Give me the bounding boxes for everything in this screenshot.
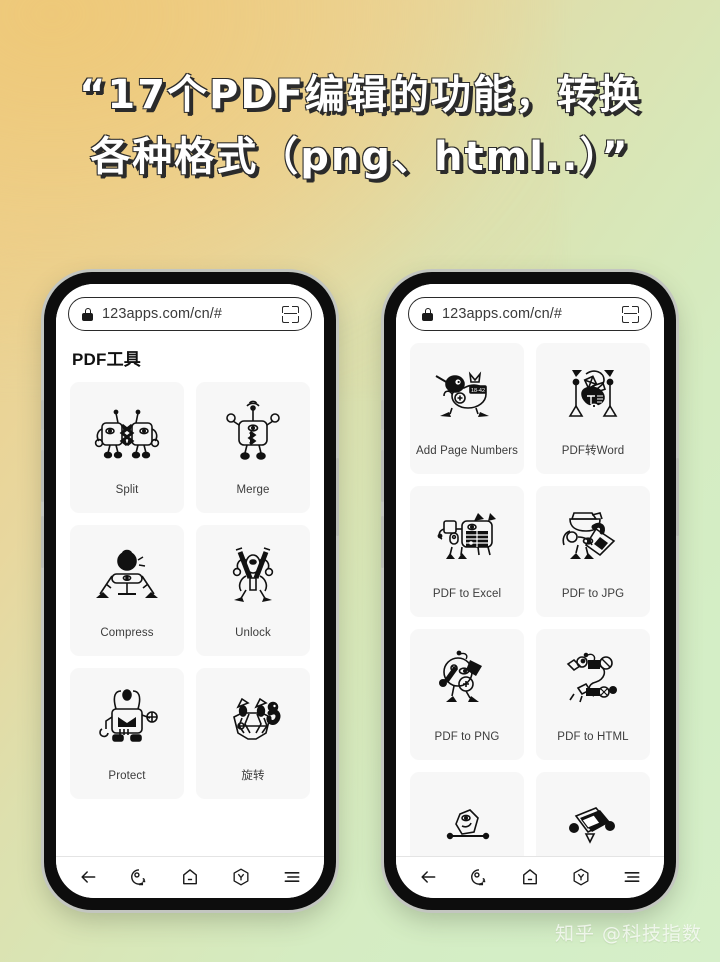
tool-card-unlock[interactable]: Unlock	[196, 525, 310, 656]
tool-card-label: PDF to PNG	[434, 730, 500, 743]
svg-text:18-42: 18-42	[471, 388, 485, 394]
tool-card-protect[interactable]: Protect	[70, 668, 184, 799]
tool-card-label: Protect	[108, 769, 146, 782]
split-robot-icon	[90, 399, 164, 473]
lock-icon	[422, 307, 433, 321]
tool-card-merge[interactable]: Merge	[196, 382, 310, 513]
phone-screen-right: 123apps.com/cn/# 18-42 Add Page Numbers …	[396, 284, 664, 898]
tabs-count-icon[interactable]	[466, 864, 492, 890]
unlock-robot-icon	[216, 542, 290, 616]
tool-card-pdf-to-png[interactable]: PDF to PNG	[410, 629, 524, 760]
watermark: 知乎 @科技指数	[554, 923, 702, 945]
phone-screen-left: 123apps.com/cn/# PDF工具 Split Merge Compr…	[56, 284, 324, 898]
menu-lines-icon[interactable]	[619, 864, 645, 890]
tool-card-label: Split	[115, 483, 139, 496]
phone-volume-down-button	[41, 516, 44, 568]
phone-power-button	[336, 458, 339, 536]
home-icon[interactable]	[177, 864, 203, 890]
tool-card-label: Unlock	[235, 626, 271, 639]
merge-robot-icon	[216, 399, 290, 473]
rotate-robot-icon	[216, 685, 290, 759]
tool-card-split[interactable]: Split	[70, 382, 184, 513]
pdf-to-png-robot-icon	[430, 646, 504, 720]
phone-mockup-left: 123apps.com/cn/# PDF工具 Split Merge Compr…	[41, 272, 339, 910]
lock-icon	[82, 307, 93, 321]
page-numbers-robot-icon: 18-42	[430, 360, 504, 434]
page-title: PDF工具	[72, 350, 141, 369]
page-content-right: 18-42 Add Page Numbers PDF转Word PDF to E…	[396, 337, 664, 856]
hexagon-y-icon[interactable]	[568, 864, 594, 890]
scan-frame-icon[interactable]	[622, 305, 639, 323]
tool-card-label: 旋转	[241, 769, 265, 782]
url-text-left: 123apps.com/cn/#	[102, 306, 223, 322]
tool-card-rotate[interactable]: 旋转	[196, 668, 310, 799]
tool-card-label: PDF to Excel	[432, 587, 502, 600]
phone-side-button	[381, 400, 384, 430]
browser-nav-bar-left	[56, 856, 324, 898]
partial-robot-icon-a	[430, 796, 504, 857]
home-icon[interactable]	[517, 864, 543, 890]
tool-card-partial-a[interactable]	[410, 772, 524, 856]
tool-grid-right: 18-42 Add Page Numbers PDF转Word PDF to E…	[410, 343, 650, 856]
partial-robot-icon-b	[556, 796, 630, 857]
phone-volume-up-button	[381, 450, 384, 502]
phone-power-button	[676, 458, 679, 536]
browser-toolbar-left: 123apps.com/cn/#	[56, 284, 324, 337]
headline-line-2: 各种格式（png、html..）”	[90, 134, 630, 180]
tool-card-compress[interactable]: Compress	[70, 525, 184, 656]
phone-volume-down-button	[381, 516, 384, 568]
scan-frame-icon[interactable]	[282, 305, 299, 323]
hexagon-y-icon[interactable]	[228, 864, 254, 890]
pdf-to-excel-robot-icon	[430, 503, 504, 577]
tool-card-label: PDF转Word	[561, 444, 625, 457]
headline-line-1: “17个PDF编辑的功能，转换	[79, 72, 641, 118]
browser-nav-bar-right	[396, 856, 664, 898]
page-headline: “17个PDF编辑的功能，转换 各种格式（png、html..）”	[0, 64, 720, 188]
protect-robot-icon	[90, 685, 164, 759]
tool-card-label: PDF to HTML	[557, 730, 629, 743]
back-arrow-icon[interactable]	[415, 864, 441, 890]
tool-card-label: Add Page Numbers	[416, 444, 518, 457]
tool-card-pdf-to-jpg[interactable]: PDF to JPG	[536, 486, 650, 617]
compress-robot-icon	[90, 542, 164, 616]
tool-card-label: Compress	[100, 626, 154, 639]
tool-card-pdf-to-word[interactable]: PDF转Word	[536, 343, 650, 474]
tool-card-label: PDF to JPG	[561, 587, 625, 600]
menu-lines-icon[interactable]	[279, 864, 305, 890]
pdf-to-word-robot-icon	[556, 360, 630, 434]
tool-card-pdf-to-html[interactable]: PDF to HTML	[536, 629, 650, 760]
phone-volume-up-button	[41, 450, 44, 502]
phone-side-button	[41, 400, 44, 430]
pdf-to-jpg-robot-icon	[556, 503, 630, 577]
pdf-to-html-robot-icon	[556, 646, 630, 720]
address-bar-right[interactable]: 123apps.com/cn/#	[408, 297, 652, 331]
tool-card-partial-b[interactable]	[536, 772, 650, 856]
back-arrow-icon[interactable]	[75, 864, 101, 890]
tabs-count-icon[interactable]	[126, 864, 152, 890]
address-bar-left[interactable]: 123apps.com/cn/#	[68, 297, 312, 331]
tool-card-add-page-numbers[interactable]: 18-42 Add Page Numbers	[410, 343, 524, 474]
url-text-right: 123apps.com/cn/#	[442, 306, 563, 322]
tool-grid-left: Split Merge Compress Unlock Protect 旋转	[70, 382, 310, 799]
tool-card-label: Merge	[236, 483, 270, 496]
page-content-left: PDF工具 Split Merge Compress Unlock Protec…	[56, 337, 324, 856]
phone-mockup-right: 123apps.com/cn/# 18-42 Add Page Numbers …	[381, 272, 679, 910]
browser-toolbar-right: 123apps.com/cn/#	[396, 284, 664, 337]
tool-card-pdf-to-excel[interactable]: PDF to Excel	[410, 486, 524, 617]
